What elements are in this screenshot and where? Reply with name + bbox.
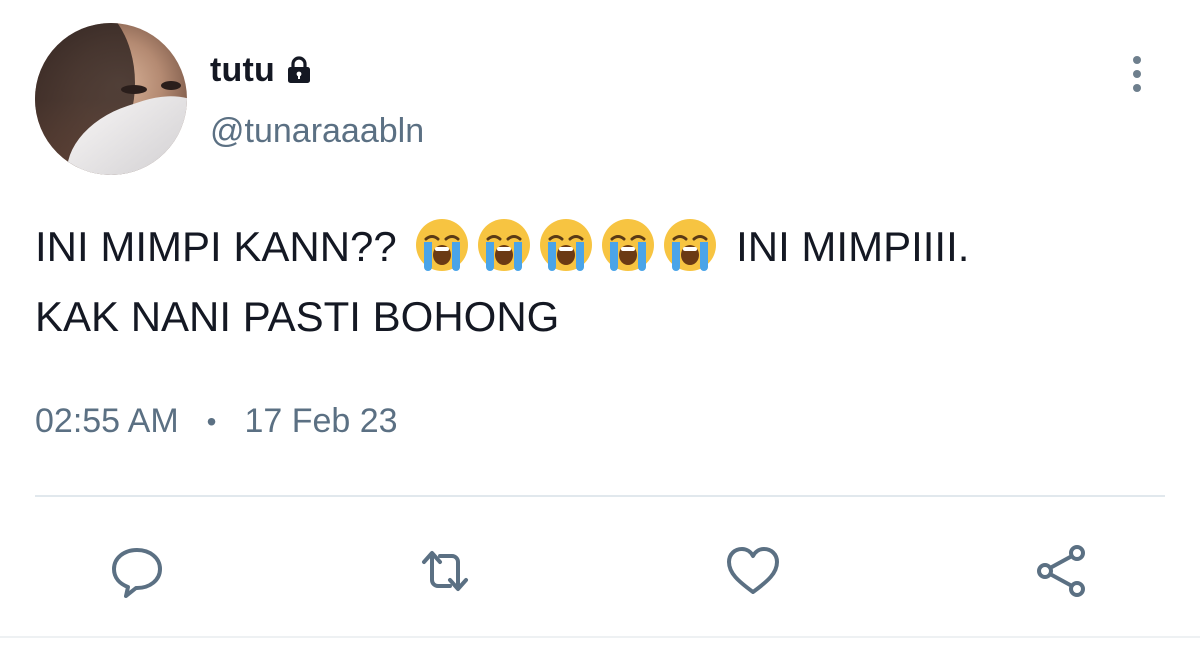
- action-bar: [0, 536, 1200, 606]
- loudly-crying-face-icon: [664, 219, 717, 271]
- share-icon: [1037, 545, 1085, 597]
- display-name[interactable]: tutu: [210, 51, 275, 90]
- tweet-card: tutu @tunaraaabln INI MIMPI KANN?? INI M…: [0, 0, 1200, 656]
- retweet-button[interactable]: [410, 536, 480, 606]
- avatar-eye: [121, 85, 147, 94]
- reply-icon: [112, 548, 162, 598]
- share-button[interactable]: [1027, 536, 1097, 606]
- tweet-text-line-2: KAK NANI PASTI BOHONG: [35, 293, 560, 340]
- lock-icon: [283, 54, 315, 86]
- tweet-date[interactable]: 17 Feb 23: [244, 402, 397, 441]
- avatar-eye: [161, 81, 181, 90]
- tweet-time[interactable]: 02:55 AM: [35, 402, 179, 441]
- separator-dot: •: [206, 405, 217, 437]
- loudly-crying-face-icon: [602, 219, 655, 271]
- heart-icon: [727, 547, 779, 594]
- like-button[interactable]: [718, 536, 788, 606]
- tweet-text: INI MIMPI KANN?? INI MIMPIIII. KAK NANI …: [35, 212, 1165, 352]
- bottom-divider: [0, 636, 1200, 638]
- tweet-text-part-1: INI MIMPI KANN??: [35, 223, 397, 270]
- retweet-icon: [422, 551, 468, 591]
- loudly-crying-face-icon: [540, 219, 593, 271]
- tweet-text-part-2: INI MIMPIIII.: [736, 223, 970, 270]
- divider: [35, 495, 1165, 497]
- more-options-icon[interactable]: [1120, 52, 1154, 96]
- timestamp-row: 02:55 AM • 17 Feb 23: [35, 402, 398, 441]
- avatar[interactable]: [35, 23, 187, 175]
- emoji-strip: [397, 219, 736, 271]
- loudly-crying-face-icon: [478, 219, 531, 271]
- user-handle[interactable]: @tunaraaabln: [210, 112, 424, 151]
- reply-button[interactable]: [102, 536, 172, 606]
- user-name-row: tutu: [210, 50, 315, 90]
- tweet-text-line-1: INI MIMPI KANN?? INI MIMPIIII.: [35, 212, 1165, 282]
- loudly-crying-face-icon: [416, 219, 469, 271]
